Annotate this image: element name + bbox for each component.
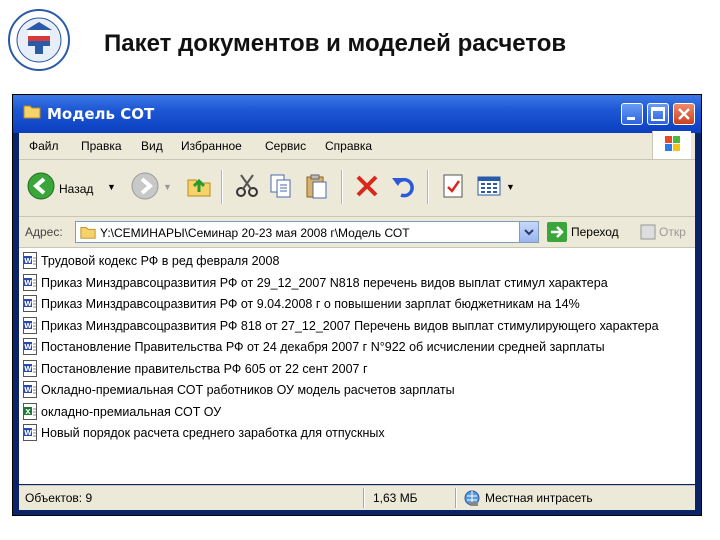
toolbar-separator [221,170,223,204]
chevron-down-icon [524,229,534,236]
address-input[interactable]: Y:\СЕМИНАРЫ\Семинар 20-23 мая 2008 г\Мод… [75,221,539,243]
back-icon[interactable] [27,172,55,200]
cut-icon[interactable] [233,172,261,200]
toolbar-separator [341,170,343,204]
file-name[interactable]: окладно-премиальная СОТ ОУ [41,405,221,419]
views-icon[interactable] [475,172,503,200]
organization-logo [8,9,70,71]
word-document-icon: W [23,273,37,291]
menu-edit[interactable]: Правка [81,139,122,153]
file-name[interactable]: Окладно-премиальная СОТ работников ОУ мо… [41,383,455,397]
views-dropdown-icon[interactable]: ▼ [506,182,515,192]
delete-icon[interactable] [353,172,381,200]
open-icon[interactable] [639,223,657,241]
toolbar: Назад ▼ ▼ ▼ [19,160,695,217]
svg-text:W: W [24,322,32,330]
address-path[interactable]: Y:\СЕМИНАРЫ\Семинар 20-23 мая 2008 г\Мод… [100,226,410,240]
menu-file[interactable]: Файл [29,139,59,153]
svg-text:W: W [24,365,32,373]
svg-text:W: W [24,343,32,351]
file-name[interactable]: Приказ Минздравсоцразвития РФ 818 от 27_… [41,319,659,333]
title-bar[interactable]: Модель СОТ [13,95,701,133]
minimize-icon [627,117,635,120]
minimize-button[interactable] [621,103,643,125]
forward-dropdown-icon: ▼ [163,182,172,192]
copy-icon[interactable] [267,172,295,200]
menu-view[interactable]: Вид [141,139,163,153]
word-document-icon: W [23,359,37,377]
close-icon [678,108,690,120]
word-document-icon: W [23,316,37,334]
properties-icon[interactable] [439,172,467,200]
open-button[interactable]: Откр [659,225,686,239]
forward-icon[interactable] [131,172,159,200]
svg-text:W: W [24,429,32,437]
file-name[interactable]: Трудовой кодекс РФ в ред февраля 2008 [41,254,279,268]
folder-icon [23,105,41,119]
menu-bar: Файл Правка Вид Избранное Сервис Справка [19,131,695,160]
file-name[interactable]: Новый порядок расчета среднего заработка… [41,426,385,440]
address-bar: Адрес: Y:\СЕМИНАРЫ\Семинар 20-23 мая 200… [19,217,695,248]
toolbar-separator [427,170,429,204]
menu-help[interactable]: Справка [325,139,372,153]
status-separator [363,488,365,508]
maximize-button[interactable] [647,103,669,125]
folder-icon [80,227,96,239]
back-button-label[interactable]: Назад [59,182,93,196]
menu-favorites[interactable]: Избранное [181,139,242,153]
svg-text:W: W [24,257,32,265]
file-list: W Трудовой кодекс РФ в ред февраля 2008 W П… [19,248,695,484]
word-document-icon: W [23,338,37,355]
window-title: Модель СОТ [47,105,155,123]
excel-document-icon: X [23,402,37,420]
menu-tools[interactable]: Сервис [265,139,306,153]
word-document-icon: W [23,295,37,312]
svg-text:X: X [25,408,31,416]
word-document-icon: W [23,252,37,269]
status-bar: Объектов: 9 1,63 МБ Местная интрасеть [19,485,695,510]
file-name[interactable]: Приказ Минздравсоцразвития РФ от 9.04.20… [41,297,580,311]
address-label: Адрес: [25,225,63,239]
back-dropdown-icon[interactable]: ▼ [107,182,116,192]
windows-flag-icon [665,136,680,151]
status-separator [455,488,457,508]
svg-text:W: W [24,386,32,394]
svg-text:W: W [24,300,32,308]
status-object-count: Объектов: 9 [25,491,93,505]
explorer-window: Модель СОТ Файл Правка Вид Избранное Сер… [12,94,702,516]
status-size: 1,63 МБ [373,491,418,505]
file-name[interactable]: Приказ Минздравсоцразвития РФ от 29_12_2… [41,276,608,290]
maximize-icon [651,107,665,121]
address-dropdown-button[interactable] [519,222,538,242]
slide-title: Пакет документов и моделей расчетов [104,30,567,57]
svg-text:W: W [24,279,32,287]
windows-logo [652,131,691,159]
folder-up-icon[interactable] [185,172,213,200]
file-name[interactable]: Постановление правительства РФ 605 от 22… [41,362,368,376]
go-arrow-icon[interactable] [547,222,567,242]
intranet-globe-icon [464,490,480,506]
close-button[interactable] [673,103,695,125]
file-name[interactable]: Постановление Правительства РФ от 24 дек… [41,340,605,354]
paste-icon[interactable] [303,172,331,200]
go-button[interactable]: Переход [571,225,619,239]
undo-icon[interactable] [389,172,417,200]
status-zone: Местная интрасеть [485,491,593,505]
word-document-icon: W [23,381,37,398]
word-document-icon: W [23,424,37,441]
